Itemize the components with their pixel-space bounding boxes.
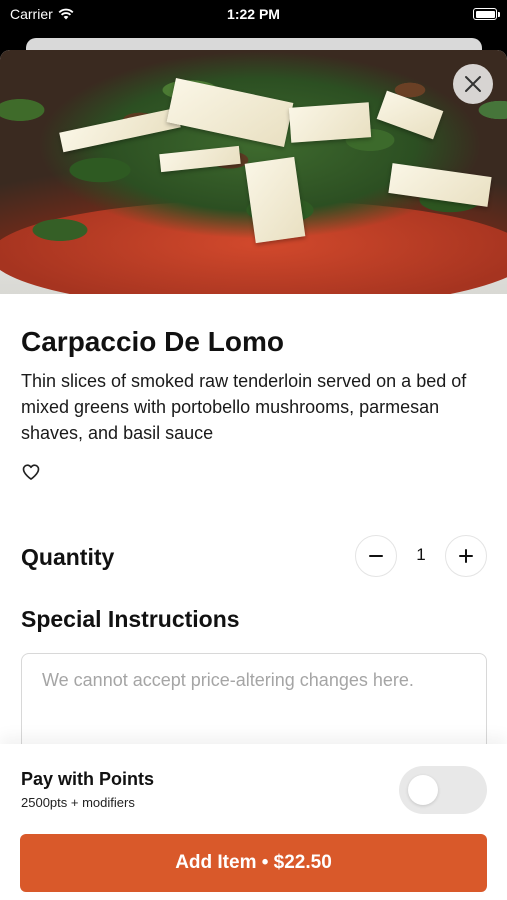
quantity-stepper: 1 [355, 535, 487, 577]
item-detail-sheet: Carpaccio De Lomo Thin slices of smoked … [0, 50, 507, 900]
increment-button[interactable] [445, 535, 487, 577]
footer-panel: Pay with Points 2500pts + modifiers Add … [0, 744, 507, 900]
close-button[interactable] [453, 64, 493, 104]
toggle-knob [408, 775, 438, 805]
points-cost: 2500pts + modifiers [21, 795, 135, 810]
close-icon [465, 76, 481, 92]
add-item-button[interactable]: Add Item • $22.50 [20, 834, 487, 892]
item-photo [0, 50, 507, 294]
quantity-value: 1 [416, 545, 426, 564]
pay-with-points-toggle[interactable] [399, 766, 487, 814]
special-instructions-label: Special Instructions [21, 606, 240, 632]
pay-with-points-label: Pay with Points [21, 769, 155, 789]
heart-outline-icon[interactable] [21, 462, 41, 482]
parmesan-shave [288, 102, 372, 143]
minus-icon [369, 555, 383, 557]
status-bar: Carrier 1:22 PM [0, 0, 507, 30]
decrement-button[interactable] [355, 535, 397, 577]
item-title: Carpaccio De Lomo [21, 326, 284, 357]
quantity-label: Quantity [21, 544, 115, 570]
item-description: Thin slices of smoked raw tenderloin ser… [21, 371, 467, 443]
status-time: 1:22 PM [227, 6, 280, 22]
plus-icon [459, 549, 473, 563]
battery-icon [473, 8, 500, 20]
